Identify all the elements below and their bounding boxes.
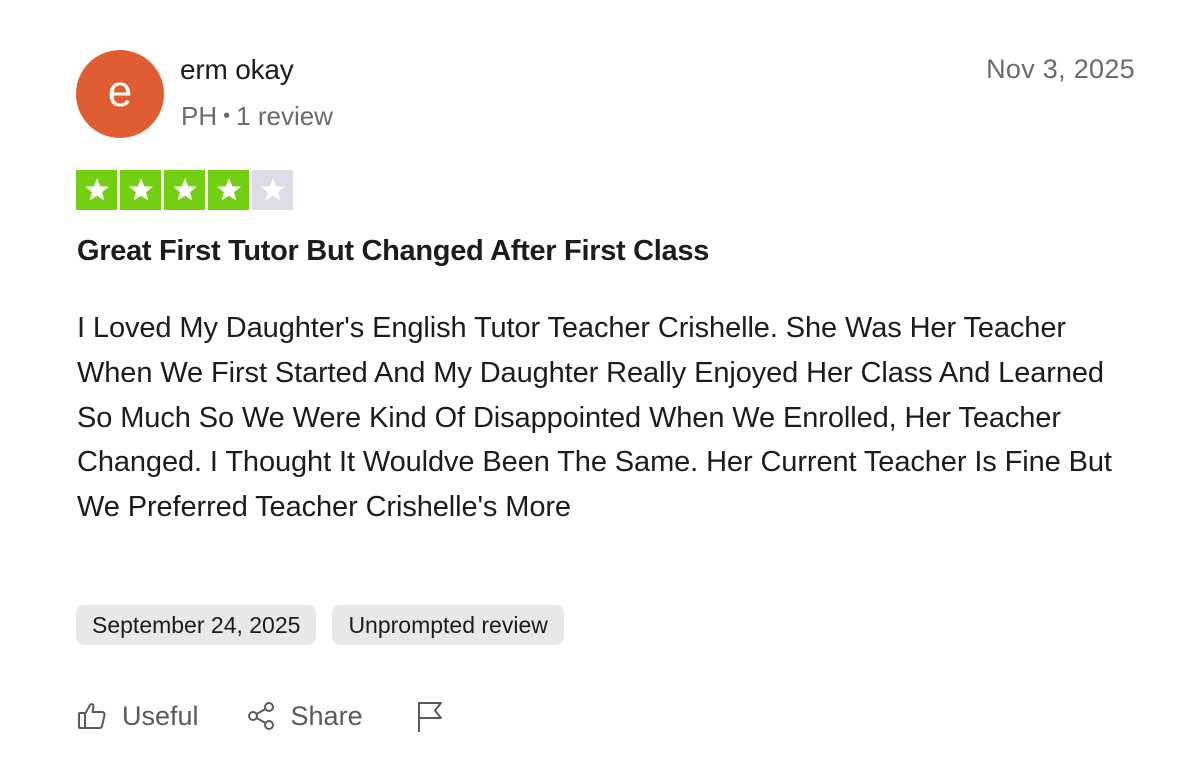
star-empty xyxy=(252,170,293,210)
share-button[interactable]: Share xyxy=(245,700,363,732)
star-icon xyxy=(260,178,285,201)
star-filled xyxy=(164,170,205,210)
share-icon xyxy=(245,700,277,732)
review-posted-date: Nov 3, 2025 xyxy=(986,54,1135,84)
star-filled xyxy=(120,170,161,210)
reviewer-review-count: 1 review xyxy=(236,101,333,131)
star-filled xyxy=(208,170,249,210)
review-card: e erm okay PH • 1 review Nov 3, 2025 Gre… xyxy=(0,0,1197,770)
reviewer-name[interactable]: erm okay xyxy=(180,54,294,86)
star-icon xyxy=(172,178,197,201)
review-title: Great First Tutor But Changed After Firs… xyxy=(77,235,710,267)
useful-label: Useful xyxy=(122,700,199,731)
report-button[interactable] xyxy=(413,700,445,732)
star-filled xyxy=(76,170,117,210)
flag-icon xyxy=(413,700,445,732)
avatar[interactable]: e xyxy=(76,50,164,138)
avatar-letter: e xyxy=(107,67,133,116)
experience-date-badge: September 24, 2025 xyxy=(76,605,317,645)
reviewer-country: PH xyxy=(181,101,218,131)
review-actions: Useful Share xyxy=(76,700,445,732)
share-label: Share xyxy=(290,700,363,731)
star-rating xyxy=(76,170,293,210)
meta-separator: • xyxy=(223,105,231,127)
star-icon xyxy=(216,178,241,201)
star-icon xyxy=(128,178,153,201)
thumbs-up-icon xyxy=(76,700,108,732)
star-icon xyxy=(84,178,109,201)
review-type-badge: Unprompted review xyxy=(332,605,564,645)
reviewer-meta: PH • 1 review xyxy=(181,101,333,132)
review-tags: September 24, 2025 Unprompted review xyxy=(76,605,564,645)
useful-button[interactable]: Useful xyxy=(76,700,199,732)
review-body: I Loved My Daughter's English Tutor Teac… xyxy=(77,312,1112,524)
